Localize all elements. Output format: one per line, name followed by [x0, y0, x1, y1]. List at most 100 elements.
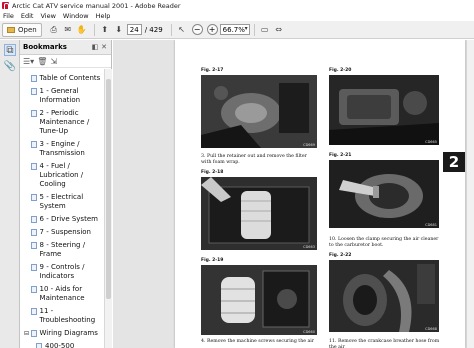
page-total: / 429 — [144, 25, 163, 34]
toolbar-separator — [170, 23, 172, 36]
figure-label: Fig. 2-20 — [329, 68, 352, 73]
bookmark-item[interactable]: 2 - Periodic Maintenance / Tune-Up — [20, 109, 104, 136]
menu-help[interactable]: Help — [96, 12, 111, 20]
bookmarks-header: Bookmarks ◧ ✕ — [20, 40, 111, 55]
section-tab: 2 — [443, 152, 465, 172]
instruction-step: 10. Loosen the clamp securing the air cl… — [329, 237, 439, 248]
scrollbar-thumb[interactable] — [106, 79, 111, 299]
bookmark-item[interactable]: 4 - Fuel / Lubrication / Cooling — [20, 162, 104, 189]
options-menu-icon[interactable]: ☰▾ — [23, 57, 34, 66]
bookmark-page-icon — [30, 141, 37, 148]
bookmark-page-icon — [30, 286, 37, 293]
bookmark-label: 7 - Suspension — [39, 228, 91, 236]
bookmark-item[interactable]: 6 - Drive System — [20, 215, 104, 224]
bookmark-item[interactable]: 5 - Electrical System — [20, 193, 104, 211]
page-number-input[interactable]: 24 — [126, 24, 142, 35]
bookmark-page-icon — [30, 242, 37, 249]
window-title: Arctic Cat ATV service manual 2001 - Ado… — [12, 1, 181, 10]
bookmark-label: Table of Contents — [39, 74, 101, 82]
bookmark-label: 5 - Electrical System — [39, 193, 84, 210]
navigation-pane-strip: ⧉ 📎 — [0, 40, 20, 348]
title-bar: Arctic Cat ATV service manual 2001 - Ado… — [0, 0, 474, 11]
email-icon[interactable]: ✉ — [62, 23, 74, 37]
figure-code: CD660 — [303, 330, 315, 334]
bookmark-page-icon — [30, 194, 37, 201]
bookmark-label: 8 - Steering / Frame — [39, 241, 86, 258]
figure-code: CD681 — [425, 223, 437, 227]
bookmark-page-icon — [30, 88, 37, 95]
open-label: Open — [18, 25, 37, 34]
print-icon[interactable]: ⎙ — [48, 23, 60, 37]
toolbar: Open ⎙ ✉ ✋ ⬆ ⬇ 24 / 429 ↖ − + 66.7% ▾ ▭ … — [0, 21, 474, 39]
zoom-in-button[interactable]: + — [206, 24, 218, 35]
menu-view[interactable]: View — [40, 12, 55, 20]
bookmark-item[interactable]: 9 - Controls / Indicators — [20, 263, 104, 281]
bookmark-label: 9 - Controls / Indicators — [39, 263, 85, 280]
zoom-level-input[interactable]: 66.7% ▾ — [219, 24, 250, 35]
bookmark-item[interactable]: 8 - Steering / Frame — [20, 241, 104, 259]
document-view[interactable]: Fig. 2-17 CD669 3. Pull the retainer out… — [113, 40, 474, 348]
bookmarks-toolbar: ☰▾ 🗑 ⇲ — [20, 55, 111, 68]
chevron-down-icon[interactable]: ▾ — [245, 25, 248, 32]
bookmark-label: 11 - Troubleshooting — [39, 307, 96, 324]
figure-label: Fig. 2-17 — [201, 68, 224, 73]
menu-bar: File Edit View Window Help — [0, 11, 474, 21]
adobe-reader-icon — [2, 2, 9, 10]
bookmark-item[interactable]: 3 - Engine / Transmission — [20, 140, 104, 158]
open-button[interactable]: Open — [2, 22, 42, 37]
restore-panel-icon[interactable]: ◧ — [91, 43, 99, 51]
bookmark-label: 1 - General Information — [39, 87, 81, 104]
housing-photo-graphic — [201, 265, 317, 335]
bookmark-item[interactable]: 10 - Aids for Maintenance — [20, 285, 104, 303]
zoom-out-button[interactable]: − — [191, 24, 203, 35]
close-icon[interactable]: ✕ — [100, 43, 108, 51]
figure-photo: CD681 — [329, 160, 439, 228]
filter-photo-graphic — [201, 177, 317, 250]
attachments-icon[interactable]: 📎 — [4, 60, 16, 72]
hand-tool-icon[interactable]: ✋ — [76, 23, 88, 37]
bookmark-item[interactable]: 11 - Troubleshooting — [20, 307, 104, 325]
bookmarks-title: Bookmarks — [23, 43, 67, 51]
expand-bookmark-icon[interactable]: ⇲ — [50, 57, 57, 66]
document-scrollbar[interactable] — [466, 40, 474, 348]
bookmark-page-icon — [30, 163, 37, 170]
fit-page-icon[interactable]: ▭ — [259, 23, 271, 37]
bookmarks-panel-icon[interactable]: ⧉ — [4, 44, 16, 56]
bookmarks-scrollbar[interactable] — [104, 69, 112, 348]
collapse-icon[interactable]: ⊟ — [24, 330, 30, 337]
bookmark-item[interactable]: 1 - General Information — [20, 87, 104, 105]
bookmark-item[interactable]: 400-500 — [20, 342, 104, 348]
menu-file[interactable]: File — [3, 12, 14, 20]
menu-window[interactable]: Window — [63, 12, 89, 20]
bookmark-label: 10 - Aids for Maintenance — [39, 285, 85, 302]
fit-width-icon[interactable]: ⇔ — [273, 23, 285, 37]
figure-photo: CD669 — [201, 75, 317, 148]
bookmark-page-icon — [30, 264, 37, 271]
bookmark-page-icon — [30, 330, 37, 337]
figure-photo: CD663 — [201, 177, 317, 250]
delete-bookmark-icon[interactable]: 🗑 — [37, 57, 47, 66]
bookmark-item[interactable]: Table of Contents — [20, 74, 104, 83]
bookmark-label: 4 - Fuel / Lubrication / Cooling — [39, 162, 84, 188]
toolbar-separator — [93, 23, 95, 36]
engine-photo-graphic — [201, 75, 317, 148]
figure-photo: CD660 — [201, 265, 317, 335]
engine-bay-photo-graphic — [329, 75, 439, 145]
folder-icon — [7, 26, 15, 33]
menu-edit[interactable]: Edit — [21, 12, 34, 20]
bookmark-item[interactable]: 7 - Suspension — [20, 228, 104, 237]
figure-code: CD668 — [425, 327, 437, 331]
previous-page-icon[interactable]: ⬆ — [99, 23, 111, 37]
zoom-value: 66.7% — [222, 25, 245, 34]
bookmarks-list: Table of Contents 1 - General Informatio… — [20, 69, 104, 348]
instruction-step: 11. Remove the crankcase breather hose f… — [329, 339, 440, 348]
bookmark-label: 6 - Drive System — [39, 215, 98, 223]
instruction-step: 4. Remove the machine screws securing th… — [201, 339, 315, 344]
next-page-icon[interactable]: ⬇ — [113, 23, 125, 37]
toolbar-separator — [253, 23, 255, 36]
bookmark-label: 2 - Periodic Maintenance / Tune-Up — [39, 109, 90, 135]
figure-photo: CD665 — [329, 75, 439, 145]
bookmark-item[interactable]: ⊟ Wiring Diagrams — [20, 329, 104, 338]
figure-label: Fig. 2-19 — [201, 258, 224, 263]
select-tool-icon[interactable]: ↖ — [176, 23, 188, 37]
